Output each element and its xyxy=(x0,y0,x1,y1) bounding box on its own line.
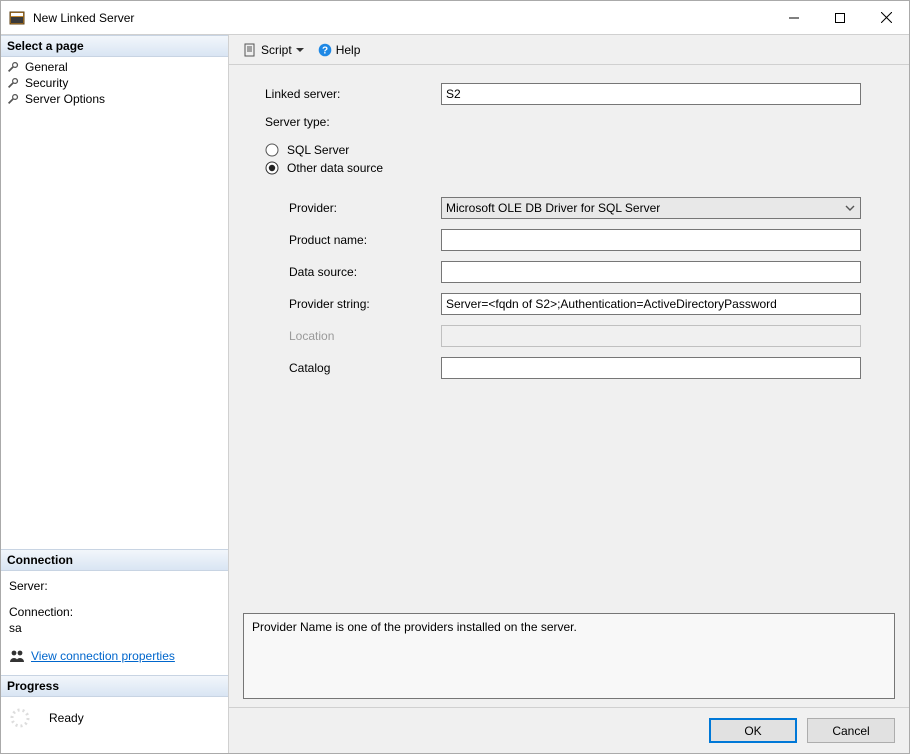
button-bar: OK Cancel xyxy=(229,707,909,753)
toolbar: Script ? Help xyxy=(229,35,909,65)
page-item-label: General xyxy=(25,60,68,74)
page-list: General Security Server Options xyxy=(1,57,228,109)
minimize-button[interactable] xyxy=(771,2,817,34)
wrench-icon xyxy=(7,92,21,106)
radio-sql-server-label: SQL Server xyxy=(287,143,349,157)
wrench-icon xyxy=(7,76,21,90)
page-item-label: Server Options xyxy=(25,92,105,106)
linked-server-label: Linked server: xyxy=(265,87,441,101)
connection-header: Connection xyxy=(1,549,228,571)
chevron-down-icon xyxy=(296,46,304,54)
ok-label: OK xyxy=(744,724,761,738)
provider-string-label: Provider string: xyxy=(289,297,441,311)
wrench-icon xyxy=(7,60,21,74)
product-name-input[interactable] xyxy=(441,229,861,251)
progress-header: Progress xyxy=(1,675,228,697)
svg-text:?: ? xyxy=(322,45,328,56)
page-item-server-options[interactable]: Server Options xyxy=(1,91,228,107)
data-source-label: Data source: xyxy=(289,265,441,279)
hint-text: Provider Name is one of the providers in… xyxy=(252,620,577,634)
progress-body: Ready xyxy=(1,697,228,753)
radio-off-icon xyxy=(265,143,279,157)
form-area: Linked server: Server type: SQL Server xyxy=(229,65,909,605)
provider-value: Microsoft OLE DB Driver for SQL Server xyxy=(446,201,660,215)
spinner-icon xyxy=(9,707,31,729)
connection-body: Server: Connection: sa View connection p… xyxy=(1,571,228,675)
page-item-general[interactable]: General xyxy=(1,59,228,75)
script-button[interactable]: Script xyxy=(239,41,308,59)
ok-button[interactable]: OK xyxy=(709,718,797,743)
script-label: Script xyxy=(261,43,292,57)
linked-server-input[interactable] xyxy=(441,83,861,105)
help-icon: ? xyxy=(318,43,332,57)
select-page-header: Select a page xyxy=(1,35,228,57)
radio-other-label: Other data source xyxy=(287,161,383,175)
page-item-label: Security xyxy=(25,76,68,90)
radio-other-source[interactable]: Other data source xyxy=(265,161,895,175)
app-icon xyxy=(9,10,25,26)
data-source-input[interactable] xyxy=(441,261,861,283)
provider-select[interactable]: Microsoft OLE DB Driver for SQL Server xyxy=(441,197,861,219)
product-name-label: Product name: xyxy=(289,233,441,247)
help-label: Help xyxy=(336,43,361,57)
radio-on-icon xyxy=(265,161,279,175)
provider-string-input[interactable] xyxy=(441,293,861,315)
cancel-label: Cancel xyxy=(832,724,869,738)
progress-status: Ready xyxy=(49,711,84,725)
connection-label: Connection: xyxy=(9,605,220,619)
location-input xyxy=(441,325,861,347)
catalog-input[interactable] xyxy=(441,357,861,379)
maximize-button[interactable] xyxy=(817,2,863,34)
people-icon xyxy=(9,649,25,663)
help-button[interactable]: ? Help xyxy=(314,41,365,59)
content: Script ? Help Linked server: Server type… xyxy=(229,35,909,753)
catalog-label: Catalog xyxy=(289,361,441,375)
location-label: Location xyxy=(289,329,441,343)
radio-sql-server[interactable]: SQL Server xyxy=(265,143,895,157)
close-button[interactable] xyxy=(863,2,909,34)
titlebar: New Linked Server xyxy=(1,1,909,35)
page-item-security[interactable]: Security xyxy=(1,75,228,91)
cancel-button[interactable]: Cancel xyxy=(807,718,895,743)
chevron-down-icon xyxy=(844,202,856,214)
window-title: New Linked Server xyxy=(33,11,134,25)
provider-label: Provider: xyxy=(289,201,441,215)
hint-box: Provider Name is one of the providers in… xyxy=(243,613,895,699)
view-connection-link[interactable]: View connection properties xyxy=(31,649,175,663)
connection-value: sa xyxy=(9,621,220,635)
script-icon xyxy=(243,43,257,57)
sidebar: Select a page General Security Server Op… xyxy=(1,35,229,753)
server-label: Server: xyxy=(9,579,220,593)
server-type-label: Server type: xyxy=(265,115,441,129)
